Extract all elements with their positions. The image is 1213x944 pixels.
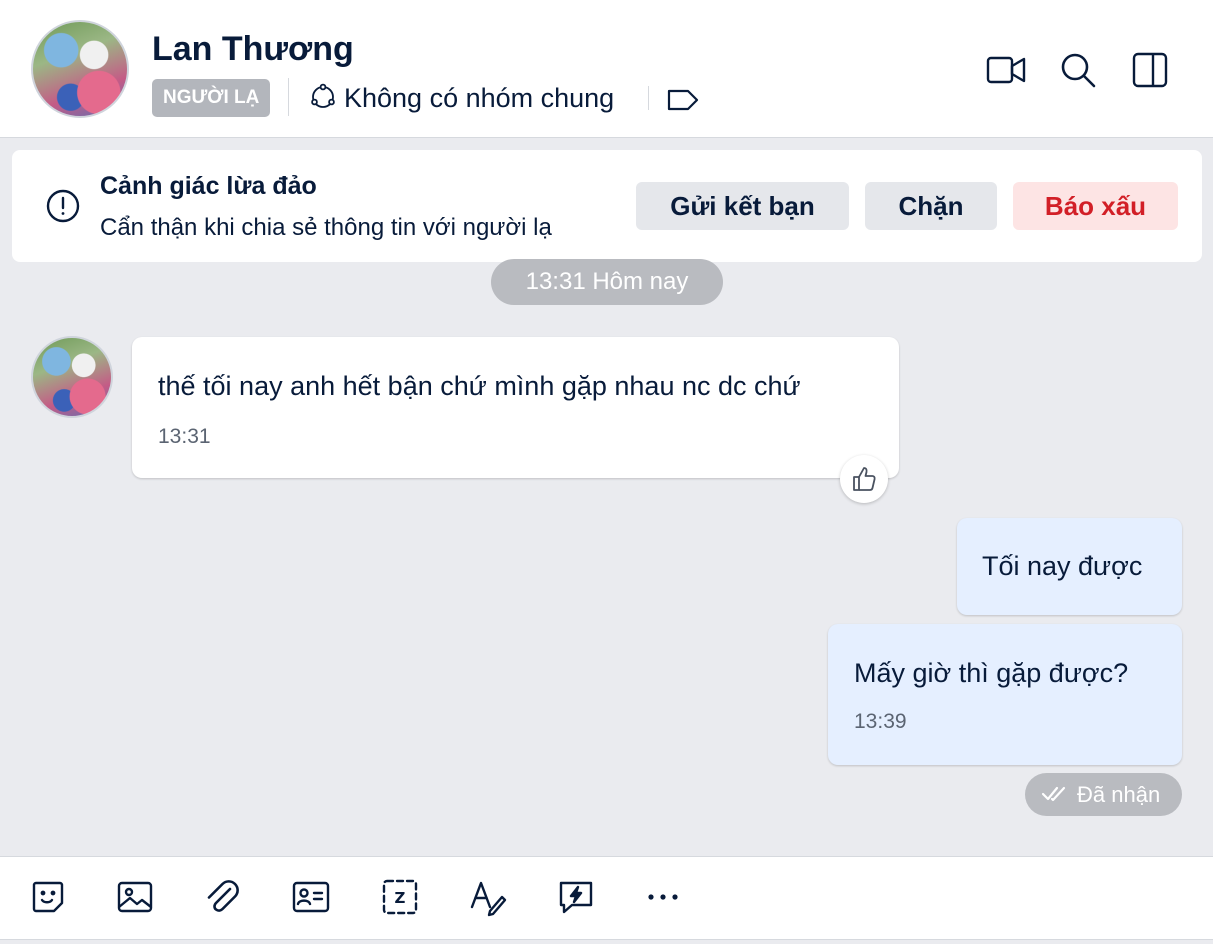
divider [288, 78, 289, 116]
tag-icon[interactable] [666, 88, 700, 112]
side-panel-icon[interactable] [1128, 48, 1172, 92]
outgoing-message[interactable]: Mấy giờ thì gặp được? 13:39 [828, 624, 1182, 765]
warning-description: Cẩn thận khi chia sẻ thông tin với người… [100, 214, 552, 241]
avatar[interactable] [31, 20, 129, 118]
double-check-icon [1041, 786, 1066, 802]
message-text: Tối nay được [982, 551, 1143, 581]
chat-header: Lan Thương NGƯỜI LẠ Không có nhóm chung [0, 0, 1213, 138]
sticker-icon[interactable] [28, 877, 68, 917]
stranger-badge: NGƯỜI LẠ [152, 79, 271, 117]
delivery-status: Đã nhận [1025, 773, 1182, 816]
group-icon [311, 83, 335, 108]
thumbs-up-icon [853, 467, 876, 491]
avatar[interactable] [31, 336, 113, 418]
video-call-icon[interactable] [984, 48, 1028, 92]
attach-icon[interactable] [202, 877, 242, 917]
add-friend-button[interactable]: Gửi kết bạn [636, 182, 849, 230]
warning-icon [46, 189, 80, 223]
screenshot-icon[interactable]: Z [380, 877, 420, 917]
svg-text:Z: Z [395, 889, 406, 907]
status-text: Đã nhận [1077, 782, 1161, 807]
block-button[interactable]: Chặn [865, 182, 997, 230]
composer-toolbar: Z [0, 856, 1213, 940]
incoming-message[interactable]: thế tối nay anh hết bận chứ mình gặp nha… [132, 337, 899, 478]
format-text-icon[interactable] [468, 877, 508, 917]
contact-card-icon[interactable] [291, 877, 331, 917]
image-icon[interactable] [115, 877, 155, 917]
time-divider: 13:31 Hôm nay [491, 259, 723, 305]
more-icon[interactable] [643, 877, 683, 917]
like-reaction-button[interactable] [840, 455, 888, 503]
outgoing-message[interactable]: Tối nay được [957, 518, 1182, 615]
contact-name[interactable]: Lan Thương [152, 30, 354, 69]
message-text: Mấy giờ thì gặp được? [854, 658, 1129, 688]
scam-warning-card: Cảnh giác lừa đảo Cẩn thận khi chia sẻ t… [12, 150, 1202, 262]
search-icon[interactable] [1056, 48, 1100, 92]
message-time: 13:39 [854, 710, 907, 733]
report-button[interactable]: Báo xấu [1013, 182, 1178, 230]
warning-title: Cảnh giác lừa đảo [100, 172, 317, 200]
divider [648, 86, 649, 110]
message-time: 13:31 [158, 425, 211, 448]
common-groups-text[interactable]: Không có nhóm chung [344, 83, 614, 114]
message-text: thế tối nay anh hết bận chứ mình gặp nha… [158, 371, 801, 401]
quick-message-icon[interactable] [556, 877, 596, 917]
